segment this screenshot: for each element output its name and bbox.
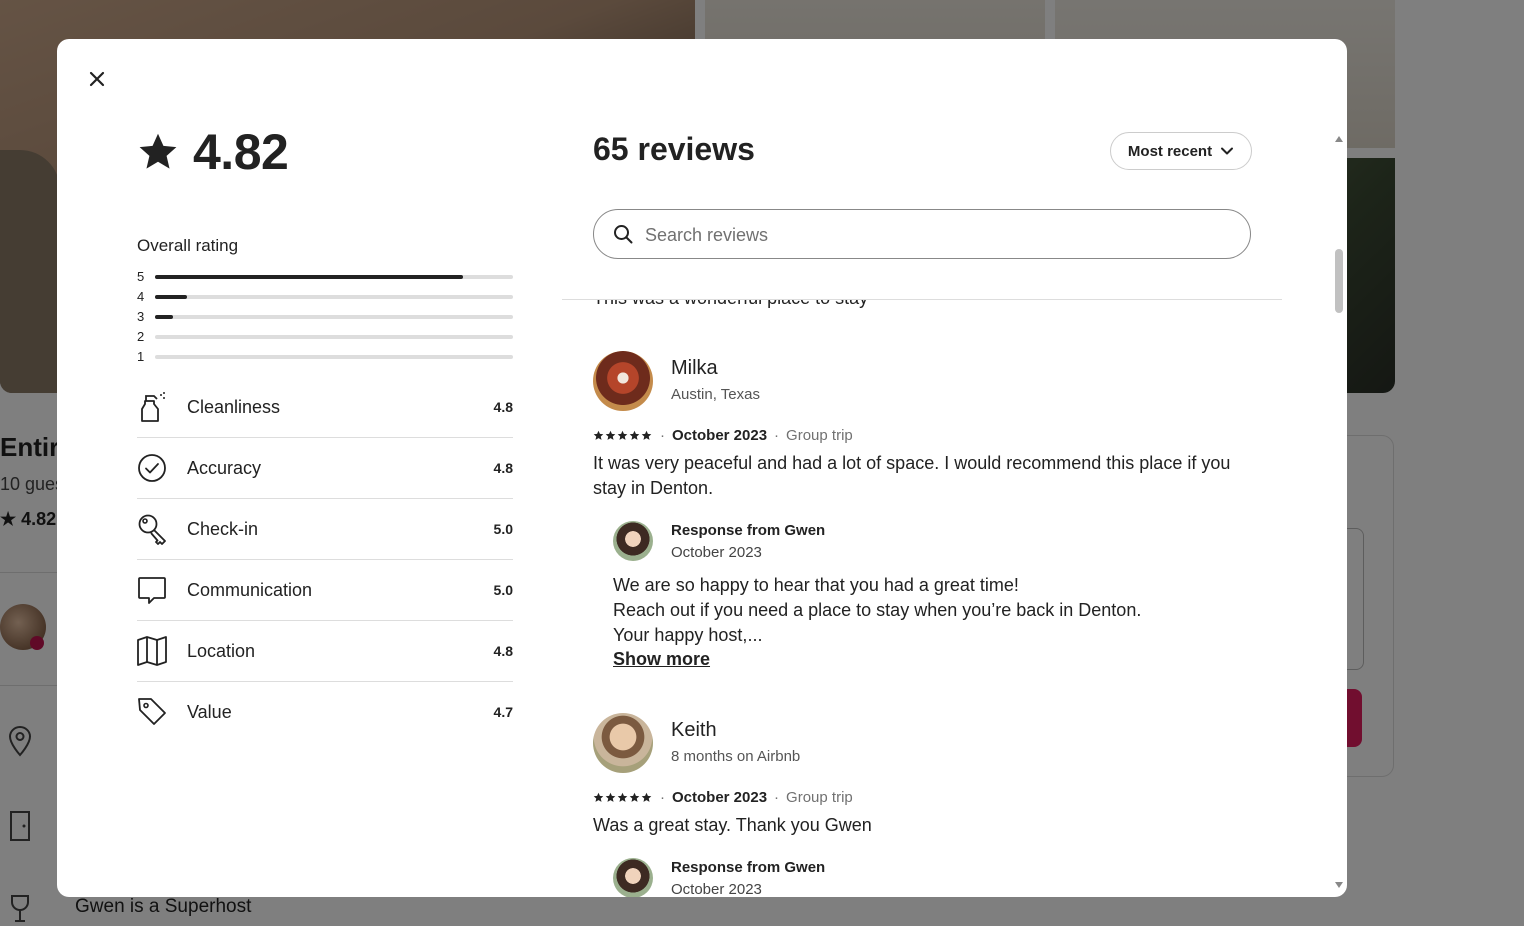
category-value: 5.0 [493,521,513,537]
histogram-row-4: 4 [137,288,513,308]
category-cleanliness: Cleanliness 4.8 [137,377,513,438]
histogram-row-3: 3 [137,308,513,328]
review-date: October 2023 [672,789,768,806]
star-icon [617,430,628,440]
star-icon [593,792,604,802]
response-date: October 2023 [671,544,762,561]
reviewer-name: Milka [671,357,718,379]
key-icon [138,514,166,545]
category-communication: Communication 5.0 [137,560,513,621]
category-ratings: Cleanliness 4.8 Accuracy 4.8 Check-in 5.… [137,377,513,742]
category-value: 4.8 [493,460,513,476]
star-icon [629,430,640,440]
chat-bubble-icon [138,577,166,604]
histogram-star-label: 2 [137,329,145,344]
sort-label: Most recent [1127,142,1213,160]
histogram-bar [155,315,173,319]
category-check-in: Check-in 5.0 [137,499,513,560]
histogram-row-5: 5 [137,268,513,288]
show-more-link[interactable]: Show more [613,649,710,670]
histogram-star-label: 1 [137,349,145,364]
review-stars [593,792,653,803]
category-name: Cleanliness [187,397,281,417]
category-name: Location [187,641,256,661]
host-response: Response from Gwen October 2023 We are s… [613,521,1243,681]
review-meta: · October 2023 · Group trip [593,427,853,444]
star-icon [629,792,640,802]
rating-histogram: 5 4 3 2 1 [137,268,513,368]
histogram-bar [155,275,463,279]
reviews-modal: 4.82 Overall rating 5 4 3 2 1 Cleanlines… [57,39,1347,897]
scrollbar-thumb[interactable] [1335,249,1343,313]
host-avatar[interactable] [613,858,653,897]
response-from: Response from Gwen [671,859,826,876]
overall-rating-value: 4.82 [193,124,289,180]
category-location: Location 4.8 [137,621,513,682]
review-stars [593,430,653,441]
star-icon [593,430,604,440]
review-text: Was a great stay. Thank you Gwen [593,815,872,835]
host-avatar[interactable] [613,521,653,561]
scroll-up-arrow-icon[interactable] [1335,136,1343,142]
category-value: 5.0 [493,582,513,598]
histogram-row-2: 2 [137,328,513,348]
review-item: Keith 8 months on Airbnb · October 2023 … [593,713,1243,897]
star-icon [605,430,616,440]
response-line: We are so happy to hear that you had a g… [613,575,1019,595]
star-icon [617,792,628,802]
search-icon [614,225,633,244]
host-response: Response from Gwen October 2023 [613,858,1243,897]
check-circle-icon [138,454,166,482]
review-item: Milka Austin, Texas · October 2023 · Gro… [593,351,1243,681]
histogram-star-label: 5 [137,269,145,284]
star-icon [641,792,652,802]
overall-rating-header: 4.82 [137,123,289,181]
star-icon [139,133,177,169]
reviews-count-title: 65 reviews [593,131,755,167]
category-value: 4.7 [493,704,513,720]
category-accuracy: Accuracy 4.8 [137,438,513,499]
response-text: We are so happy to hear that you had a g… [613,573,1233,648]
close-button[interactable] [81,63,113,95]
review-trip-type: Group trip [786,427,853,444]
category-name: Accuracy [187,458,262,478]
review-text: It was very peaceful and had a lot of sp… [593,453,1231,498]
histogram-star-label: 4 [137,289,145,304]
category-value: Value 4.7 [137,682,513,742]
sort-dropdown[interactable]: Most recent [1110,132,1252,170]
review-trip-type: Group trip [786,789,853,806]
category-value: 4.8 [493,399,513,415]
overall-rating-label: Overall rating [137,236,239,255]
category-name: Value [187,702,232,722]
category-name: Communication [187,580,313,600]
reviewer-tenure: 8 months on Airbnb [671,748,801,765]
reviewer-avatar[interactable] [593,713,653,773]
previous-review-text: This was a wonderful place to stay [593,300,868,309]
category-name: Check-in [187,519,259,539]
scroll-down-arrow-icon[interactable] [1335,882,1343,888]
histogram-bar [155,295,188,299]
reviews-scroll-area[interactable]: This was a wonderful place to stay Milka… [562,300,1332,897]
review-meta: · October 2023 · Group trip [593,789,853,806]
reviewer-location: Austin, Texas [671,386,760,403]
response-line: Reach out if you need a place to stay wh… [613,600,1142,620]
tag-icon [138,698,166,725]
response-line: Your happy host,... [613,625,763,645]
star-icon [605,792,616,802]
histogram-star-label: 3 [137,309,145,324]
reviewer-avatar[interactable] [593,351,653,411]
map-icon [137,636,167,666]
close-icon [89,71,105,87]
response-from: Response from Gwen [671,522,826,539]
reviewer-name: Keith [671,719,717,741]
search-input[interactable] [643,220,1227,250]
star-icon [641,430,652,440]
spray-bottle-icon [141,392,165,422]
review-date: October 2023 [672,427,768,444]
response-date: October 2023 [671,881,762,897]
search-reviews-field[interactable] [593,209,1251,259]
category-value: 4.8 [493,643,513,659]
chevron-down-icon [1221,147,1234,155]
histogram-row-1: 1 [137,348,513,368]
